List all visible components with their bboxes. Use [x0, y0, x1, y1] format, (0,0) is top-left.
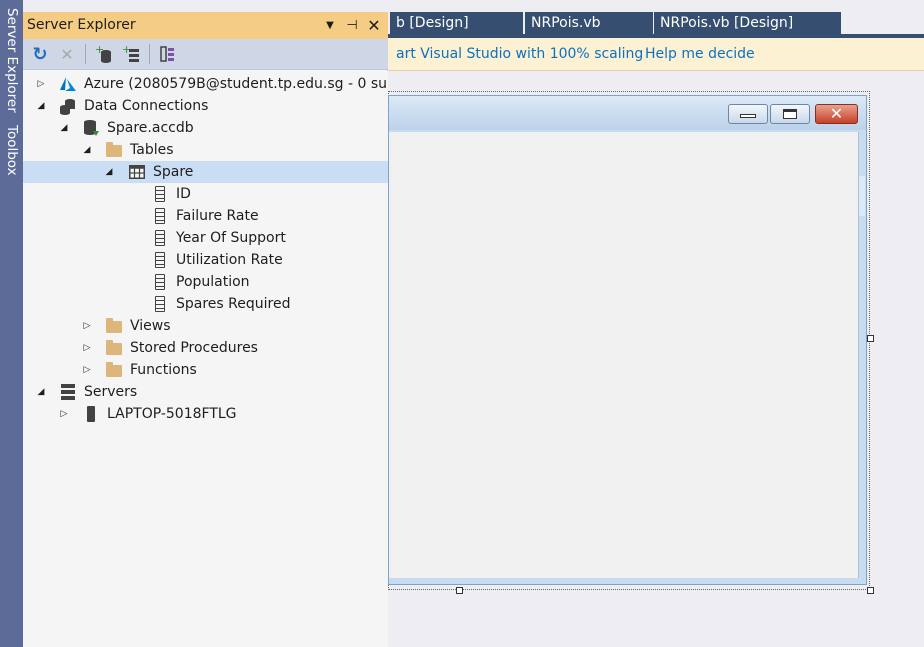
tree-node-column[interactable]: Population — [23, 271, 388, 293]
expand-collapsed-icon[interactable]: ▷ — [81, 342, 93, 354]
folder-icon — [105, 141, 123, 159]
form-minimize-button[interactable] — [728, 104, 768, 124]
expand-expanded-icon[interactable]: ◢ — [81, 144, 93, 156]
window-position-dropdown-icon[interactable]: ▼ — [322, 15, 338, 35]
expand-expanded-icon[interactable]: ◢ — [103, 166, 115, 178]
tree-node-label: Population — [176, 274, 250, 290]
data-connections-icon — [59, 97, 77, 115]
tab-nrpois-code[interactable]: NRPois.vb — [525, 12, 653, 34]
minimize-icon — [740, 114, 756, 118]
tree-node-functions[interactable]: ▷ Functions — [23, 359, 388, 381]
tree-node-spare-accdb[interactable]: ◢ Spare.accdb — [23, 117, 388, 139]
column-icon — [151, 273, 169, 291]
expand-expanded-icon[interactable]: ◢ — [35, 100, 47, 112]
info-bar: art Visual Studio with 100% scaling Help… — [388, 38, 924, 71]
resize-handle-bottom[interactable] — [456, 587, 463, 594]
column-icon — [151, 229, 169, 247]
tree-node-views[interactable]: ▷ Views — [23, 315, 388, 337]
form-edge-highlight — [859, 176, 865, 216]
resize-handle-corner[interactable] — [867, 587, 874, 594]
auto-hide-tab-strip: Server Explorer Toolbox — [0, 0, 23, 647]
connect-to-server-icon[interactable]: + — [120, 43, 142, 65]
folder-icon — [105, 361, 123, 379]
form-close-button[interactable]: ✕ — [815, 104, 858, 124]
expand-collapsed-icon[interactable]: ▷ — [81, 364, 93, 376]
tree-node-label: LAPTOP-5018FTLG — [107, 406, 237, 422]
tree-node-laptop[interactable]: ▷ LAPTOP-5018FTLG — [23, 403, 388, 425]
tree-node-column[interactable]: Utilization Rate — [23, 249, 388, 271]
connect-to-database-icon[interactable]: + — [93, 43, 115, 65]
tree-node-data-connections[interactable]: ◢ Data Connections — [23, 95, 388, 117]
expand-collapsed-icon[interactable]: ▷ — [58, 408, 70, 420]
tree-node-label: Data Connections — [84, 98, 209, 114]
form-maximize-button[interactable] — [770, 104, 810, 124]
tree-node-column[interactable]: Year Of Support — [23, 227, 388, 249]
expand-collapsed-icon[interactable]: ▷ — [81, 320, 93, 332]
restart-scaling-link[interactable]: art Visual Studio with 100% scaling — [396, 46, 643, 62]
title-controls: ▼ ⊣ ✕ — [322, 15, 382, 35]
expand-expanded-icon[interactable]: ◢ — [58, 122, 70, 134]
tab-nrpois-design[interactable]: NRPois.vb [Design] — [654, 12, 841, 34]
document-tab-strip: b [Design] NRPois.vb NRPois.vb [Design] — [388, 0, 924, 38]
tree-node-label: Failure Rate — [176, 208, 259, 224]
folder-icon — [105, 339, 123, 357]
column-icon — [151, 251, 169, 269]
form-client-area[interactable] — [389, 132, 859, 578]
servers-icon — [59, 383, 77, 401]
server-explorer-panel: Server Explorer ▼ ⊣ ✕ ↻ ✕ + + ▷ Azure (2… — [23, 12, 388, 647]
server-explorer-toolbar: ↻ ✕ + + — [23, 39, 388, 70]
maximize-icon — [783, 109, 797, 119]
tree-node-column[interactable]: Failure Rate — [23, 205, 388, 227]
toolbar-separator — [85, 44, 86, 64]
tree-node-label: Functions — [130, 362, 197, 378]
refresh-icon[interactable]: ↻ — [29, 43, 51, 65]
auto-hide-pin-icon[interactable]: ⊣ — [344, 15, 360, 35]
panel-title: Server Explorer — [27, 17, 136, 33]
computer-icon — [82, 405, 100, 423]
tree-node-label: Spare — [153, 164, 194, 180]
tree-node-spare-table[interactable]: ◢ Spare — [23, 161, 388, 183]
tree-node-label: Tables — [130, 142, 174, 158]
close-panel-icon[interactable]: ✕ — [366, 15, 382, 35]
table-icon — [128, 163, 146, 181]
server-explorer-side-tab[interactable]: Server Explorer — [1, 8, 22, 113]
tree-node-label: Year Of Support — [176, 230, 286, 246]
tree-node-label: Stored Procedures — [130, 340, 258, 356]
column-icon — [151, 207, 169, 225]
tree-node-column[interactable]: ID — [23, 183, 388, 205]
tree-node-tables[interactable]: ◢ Tables — [23, 139, 388, 161]
tree-node-label: Spares Required — [176, 296, 291, 312]
form-title-bar[interactable]: ✕ — [389, 96, 866, 130]
tree-node-label: Azure (2080579B@student.tp.edu.sg - 0 su… — [84, 76, 388, 92]
tree-node-label: Servers — [84, 384, 138, 400]
tree-node-label: Spare.accdb — [107, 120, 194, 136]
database-icon — [82, 119, 100, 137]
toolbar-separator — [149, 44, 150, 64]
tree-node-servers[interactable]: ◢ Servers — [23, 381, 388, 403]
server-explorer-tree[interactable]: ▷ Azure (2080579B@student.tp.edu.sg - 0 … — [23, 71, 388, 647]
stop-refresh-icon[interactable]: ✕ — [56, 43, 78, 65]
expand-expanded-icon[interactable]: ◢ — [35, 386, 47, 398]
toolbox-side-tab[interactable]: Toolbox — [1, 125, 22, 176]
folder-icon — [105, 317, 123, 335]
form-designer-surface[interactable]: ✕ — [388, 71, 924, 647]
tab-form-design[interactable]: b [Design] — [390, 12, 523, 34]
expand-collapsed-icon[interactable]: ▷ — [35, 78, 47, 90]
form-preview-window[interactable]: ✕ — [388, 95, 867, 585]
connect-to-sharepoint-icon[interactable] — [157, 43, 179, 65]
close-icon: ✕ — [829, 104, 844, 123]
tree-node-label: Utilization Rate — [176, 252, 283, 268]
tree-node-stored-procedures[interactable]: ▷ Stored Procedures — [23, 337, 388, 359]
column-icon — [151, 185, 169, 203]
tree-node-label: ID — [176, 186, 191, 202]
column-icon — [151, 295, 169, 313]
help-me-decide-link[interactable]: Help me decide — [645, 46, 755, 62]
azure-icon — [59, 75, 77, 93]
tree-node-label: Views — [130, 318, 171, 334]
tree-node-column[interactable]: Spares Required — [23, 293, 388, 315]
resize-handle-right[interactable] — [867, 335, 874, 342]
tree-node-azure[interactable]: ▷ Azure (2080579B@student.tp.edu.sg - 0 … — [23, 73, 388, 95]
server-explorer-title-bar[interactable]: Server Explorer ▼ ⊣ ✕ — [23, 12, 388, 39]
